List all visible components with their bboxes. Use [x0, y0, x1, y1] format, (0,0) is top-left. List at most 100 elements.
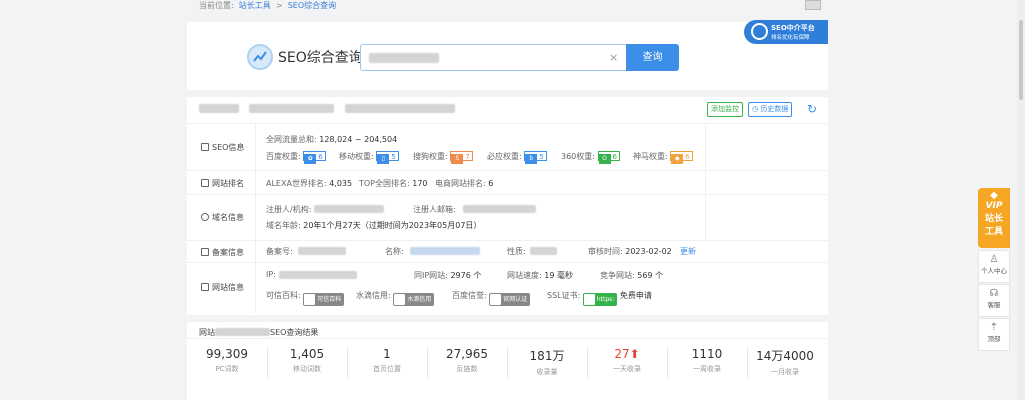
vip-line3: 工具	[984, 227, 1003, 237]
icp-info-label: 备案信息	[201, 247, 244, 258]
site-speed: 网站速度: 19 毫秒	[507, 271, 573, 280]
icp-name-label: 名称:	[385, 247, 404, 256]
mobile-weight[interactable]: 移动权重: ▯ 5	[339, 151, 399, 164]
vip-label: VIP	[985, 201, 1003, 211]
site-description	[345, 104, 455, 113]
stat-indexed[interactable]: 181万 收录量	[507, 347, 587, 377]
icp-audit: 审核时间: 2023-02-02	[588, 247, 672, 256]
icp-number-value	[298, 247, 346, 255]
traffic-label: 全网流量总和:	[266, 135, 317, 144]
registrant-label: 注册人/机构:	[266, 205, 312, 214]
bing-icon: b	[525, 154, 538, 164]
seo-logo-icon	[247, 44, 273, 70]
trust-baike-badge: 可信百科	[303, 293, 345, 306]
shenma-weight[interactable]: 神马权重: ◆ 6	[633, 151, 693, 164]
scrollbar-thumb[interactable]	[1019, 20, 1023, 100]
trust-baike[interactable]: 可信百科: 可信百科	[266, 290, 345, 306]
breadcrumb-home-link[interactable]: 站长工具	[239, 1, 271, 10]
stat-pc-words[interactable]: 99,309 PC词数	[187, 347, 267, 374]
user-icon: ♙	[989, 254, 999, 265]
icp-number-label: 备案号:	[266, 247, 293, 256]
document-icon	[201, 143, 209, 151]
competitor-sites[interactable]: 竞争网站: 569 个	[600, 270, 663, 281]
stat-homepage-position[interactable]: 1 首页位置	[347, 347, 427, 374]
site-info-label: 网站信息	[201, 282, 244, 293]
360-weight-badge: O6	[597, 151, 620, 164]
back-to-top-button[interactable]: ⇡ 顶部	[978, 318, 1010, 351]
baidu-weight[interactable]: 百度权重: ✿ 6	[266, 151, 326, 164]
globe-icon	[201, 213, 209, 221]
promo-seo-icon	[751, 23, 768, 40]
promo-subtitle: 排名优化有保障	[771, 35, 810, 41]
email-label: 注册人邮箱:	[413, 205, 456, 214]
results-header: 网站 SEO查询结果	[199, 328, 319, 337]
vip-line2: 站长	[984, 214, 1003, 224]
same-ip[interactable]: 同IP网站: 2976 个	[414, 270, 481, 281]
icp-type-value	[530, 247, 557, 255]
sogou-icon: S	[451, 154, 464, 164]
page-title: SEO综合查询	[278, 50, 363, 66]
search-input[interactable]	[360, 44, 628, 71]
sogou-weight[interactable]: 搜狗权重: S7	[413, 151, 473, 164]
site-domain	[249, 104, 334, 113]
sogou-weight-badge: S7	[450, 151, 473, 164]
domain-age: 域名年龄: 20年1个月27天（过期时间为2023年05月07日）	[266, 221, 482, 230]
water-credit[interactable]: 水滴信用: 水滴信用	[356, 290, 435, 306]
breadcrumb: 当前位置: 站长工具 > SEO综合查询	[199, 0, 336, 12]
clear-icon[interactable]: ×	[609, 51, 618, 64]
ssl-apply-link[interactable]: 免费申请	[620, 291, 652, 300]
customer-service-button[interactable]: ☊ 客服	[978, 284, 1010, 317]
refresh-icon[interactable]: ↻	[807, 102, 817, 116]
shenma-icon: ◆	[671, 154, 684, 164]
results-header-domain	[215, 328, 270, 336]
baidu-trust[interactable]: 百度信誉: 官网认证	[452, 290, 531, 306]
icp-type-label: 性质:	[507, 247, 526, 256]
breadcrumb-prefix: 当前位置:	[199, 1, 234, 10]
ecommerce-rank[interactable]: 电商网站排名: 6	[435, 178, 493, 189]
breadcrumb-current[interactable]: SEO综合查询	[288, 1, 336, 10]
collapse-button[interactable]	[805, 0, 821, 10]
top-rank[interactable]: TOP全国排名: 170	[359, 178, 428, 189]
info-icon	[201, 283, 209, 291]
icp-name-value	[410, 247, 480, 255]
add-monitor-button[interactable]: 添加监控	[707, 102, 743, 117]
traffic-value: 128,024 ~ 204,504	[319, 135, 398, 144]
site-rank-label: 网站排名	[201, 178, 244, 189]
alexa-rank[interactable]: ALEXA世界排名: 4,035	[266, 178, 352, 189]
stat-daily-indexed[interactable]: 27⬆ 一天收录	[587, 347, 667, 374]
seo-info-label: SEO信息	[201, 142, 244, 153]
update-link[interactable]: 更新	[680, 246, 696, 257]
bing-weight[interactable]: 必应权重: b5	[487, 151, 547, 164]
360-icon: O	[598, 154, 611, 164]
360-weight[interactable]: 360权重: O6	[561, 151, 620, 164]
query-button[interactable]: 查询	[626, 44, 679, 71]
ssl-cert[interactable]: SSL证书: https: 免费申请	[547, 290, 652, 306]
email-value	[463, 205, 536, 213]
history-data-label: 历史数据	[760, 105, 789, 113]
bing-weight-badge: b5	[524, 151, 547, 164]
breadcrumb-separator: >	[275, 1, 283, 10]
headset-icon: ☊	[989, 288, 999, 299]
paw-icon: ✿	[304, 154, 317, 164]
stat-weekly-indexed[interactable]: 1110 一周收录	[667, 347, 747, 374]
vip-widget[interactable]: ◆ VIP 站长 工具	[978, 188, 1010, 248]
stat-monthly-indexed[interactable]: 14万4000 一月收录	[745, 347, 825, 377]
arrow-up-icon: ⇡	[989, 322, 999, 333]
baidu-weight-badge: ✿ 6	[303, 151, 326, 164]
diamond-icon: ◆	[990, 190, 998, 201]
registrant-value	[314, 205, 384, 213]
site-name	[199, 104, 239, 113]
promo-banner[interactable]: SEO中介平台 排名优化有保障	[744, 20, 828, 44]
stat-backlinks[interactable]: 27,965 反链数	[427, 347, 507, 374]
search-input-value	[369, 53, 439, 63]
history-data-button[interactable]: ◷ 历史数据	[748, 102, 793, 117]
shenma-weight-badge: ◆ 6	[670, 151, 693, 164]
personal-center-button[interactable]: ♙ 个人中心	[978, 250, 1010, 283]
mobile-weight-badge: ▯ 5	[376, 151, 399, 164]
water-credit-badge: 水滴信用	[393, 293, 435, 306]
domain-info-label: 域名信息	[201, 212, 244, 223]
ip-label: IP:	[266, 270, 276, 279]
ssl-badge: https:	[582, 293, 618, 306]
promo-title: SEO中介平台	[771, 24, 815, 32]
stat-mobile-words[interactable]: 1,405 移动词数	[267, 347, 347, 374]
